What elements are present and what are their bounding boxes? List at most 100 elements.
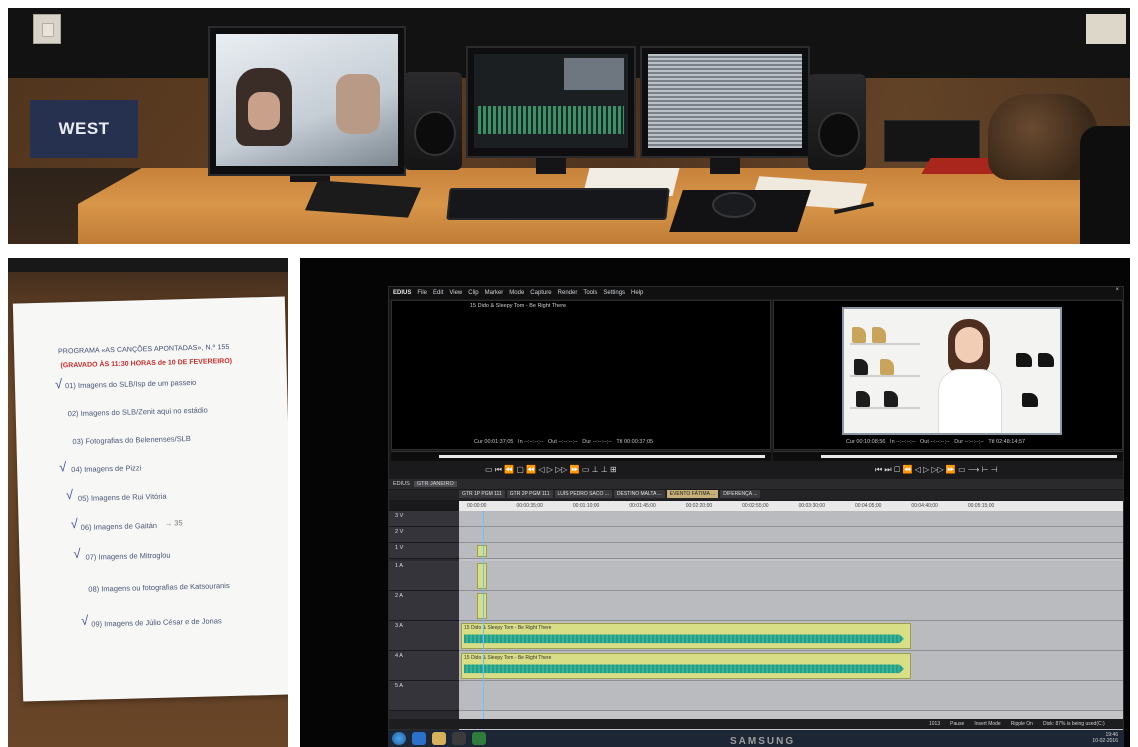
recorder-scrub-track[interactable] xyxy=(821,455,1117,458)
person-in-hood xyxy=(236,68,292,146)
audio-clip[interactable] xyxy=(477,593,487,619)
edius-taskbar-icon[interactable] xyxy=(472,732,486,745)
menu-settings[interactable]: Settings xyxy=(603,290,625,296)
audio-waveform xyxy=(464,634,904,644)
recorder-preview xyxy=(842,307,1062,435)
menu-marker[interactable]: Marker xyxy=(485,290,504,296)
video-clip[interactable] xyxy=(477,545,487,557)
check-mark-01: √ xyxy=(54,376,63,392)
ruler-mark: 00:01:10;00 xyxy=(572,503,600,509)
audio-clip[interactable]: 15 Dido & Sleepy Tom - Be Right There xyxy=(461,653,911,679)
shoe-shelf xyxy=(850,407,920,409)
rundown-subtitle: (GRAVADO ÀS 11:30 HORAS de 10 DE FEVEREI… xyxy=(60,357,233,370)
track-row-2v[interactable] xyxy=(459,527,1123,543)
track-header-2a[interactable]: 2 A xyxy=(389,591,459,621)
sequence-tab-active[interactable]: EVENTO FÁTIMA ... xyxy=(666,490,719,498)
shoe-shelf xyxy=(850,375,920,377)
timeline-ruler[interactable]: 00:00:00 00:00:35;00 00:01:10;00 00:01:4… xyxy=(459,501,1123,511)
monitor-right xyxy=(640,46,810,158)
track-row-3a[interactable]: 15 Dido & Sleepy Tom - Be Right There xyxy=(459,621,1123,651)
ruler-mark: 00:02:20;00 xyxy=(685,503,713,509)
audio-clip-label: 15 Dido & Sleepy Tom - Be Right There xyxy=(464,655,552,661)
browser-icon[interactable] xyxy=(412,732,426,745)
timeline-tracks[interactable]: 15 Dido & Sleepy Tom - Be Right There 15… xyxy=(459,511,1123,731)
white-dress xyxy=(938,369,1002,433)
wall-note xyxy=(1086,14,1126,44)
sequence-tab[interactable]: LUÍS PEDRO SACO ... xyxy=(554,490,612,498)
track-row-1a[interactable] xyxy=(459,561,1123,591)
timeline-waveform xyxy=(478,106,624,134)
rundown-item: 09) Imagens de Júlio César e de Jonas xyxy=(91,616,222,629)
track-row-3v[interactable] xyxy=(459,511,1123,527)
track-header-5a[interactable]: 5 A xyxy=(389,681,459,711)
shoe xyxy=(854,359,868,375)
menu-render[interactable]: Render xyxy=(558,290,578,296)
shoe xyxy=(1022,393,1038,407)
track-header-1v[interactable]: 1 V xyxy=(389,543,459,559)
light-switch xyxy=(33,14,61,44)
studio-speaker-left xyxy=(404,72,462,170)
audio-clip[interactable]: 15 Dido & Sleepy Tom - Be Right There xyxy=(461,623,911,649)
ruler-mark: 00:03:30;00 xyxy=(798,503,825,509)
preview-thumbnail xyxy=(564,58,624,90)
folder-icon[interactable] xyxy=(432,732,446,745)
start-icon[interactable] xyxy=(392,732,406,745)
monitor-stand-center xyxy=(536,158,566,174)
rundown-item: 05) Imagens de Rui Vitória xyxy=(77,491,167,503)
player-transport-controls[interactable]: ▭ ⏮ ⏪ ▢ ⏪ ◁ ▷ ▷▷ ⏩ ▭ ⊥ ⊥ ⊞ xyxy=(485,463,617,477)
menu-view[interactable]: View xyxy=(449,290,462,296)
project-name[interactable]: GTR JANEIRO xyxy=(413,481,457,487)
system-clock[interactable]: 19:46 10-02-2016 xyxy=(1092,732,1118,744)
player-scrub-bar[interactable] xyxy=(391,451,771,461)
sequence-tabs: GTR 1P PGM 111 GTR 2P PGM 111 LUÍS PEDRO… xyxy=(459,490,761,498)
audio-clip[interactable] xyxy=(477,563,487,589)
ruler-mark: 00:04:05;00 xyxy=(855,503,882,509)
menu-help[interactable]: Help xyxy=(631,290,643,296)
edius-window: EDIUS File Edit View Clip Marker Mode Ca… xyxy=(388,286,1124,731)
sequence-tab[interactable]: DESTINO MALTA ... xyxy=(613,490,665,498)
menu-tools[interactable]: Tools xyxy=(583,290,597,296)
audio-waveform xyxy=(464,664,904,674)
timeline-playhead[interactable] xyxy=(483,511,484,731)
track-row-5a[interactable] xyxy=(459,681,1123,711)
rundown-sheet: PROGRAMA «AS CANÇÕES APONTADAS», N.º 155… xyxy=(12,296,288,702)
rundown-item: 08) Imagens ou fotografias de Katsourani… xyxy=(88,581,230,594)
track-row-1v[interactable] xyxy=(459,543,1123,559)
chair xyxy=(1080,126,1130,244)
track-row-2a[interactable] xyxy=(459,591,1123,621)
sequence-tab[interactable]: DIFERENÇA ... xyxy=(720,490,761,498)
menu-clip[interactable]: Clip xyxy=(468,290,478,296)
track-header-3v[interactable]: 3 V xyxy=(389,511,459,527)
track-row-4a[interactable]: 15 Dido & Sleepy Tom - Be Right There xyxy=(459,651,1123,681)
clock-date: 10-02-2016 xyxy=(1092,738,1118,744)
ruler-mark: 00:00:35;00 xyxy=(516,503,543,509)
shoe xyxy=(880,359,894,375)
menu-capture[interactable]: Capture xyxy=(530,290,551,296)
menu-mode[interactable]: Mode xyxy=(509,290,524,296)
sequence-tab[interactable]: GTR 2P PGM 111 xyxy=(506,490,553,498)
track-header-3a[interactable]: 3 A xyxy=(389,621,459,651)
recorder-transport-controls[interactable]: ⏮ ⏭ ▢ ⏪ ◁ ▷ ▷▷ ⏩ ▭ ⟶ ⊢ ⊣ xyxy=(875,463,998,477)
check-mark-06: √ xyxy=(70,516,78,532)
status-play-state: Pause xyxy=(950,721,965,727)
status-ripple[interactable]: Ripple On xyxy=(1011,721,1033,727)
desk-edge xyxy=(8,258,288,272)
handwritten-annotation: → 35 xyxy=(164,518,183,528)
player-scrub-track[interactable] xyxy=(439,455,765,458)
player-clip-name: 15 Dido & Sleepy Tom - Be Right There xyxy=(470,303,567,309)
status-insert-mode[interactable]: Insert Mode xyxy=(974,721,1000,727)
media-player-icon[interactable] xyxy=(452,732,466,745)
recorder-window: Cur 00:10:08;56 In --:--:--;-- Out --:--… xyxy=(773,300,1123,450)
player-cur-tc: Cur 00:01:37;05 xyxy=(474,439,514,445)
track-header-2v[interactable]: 2 V xyxy=(389,527,459,543)
shoe xyxy=(884,391,898,407)
menu-edit[interactable]: Edit xyxy=(433,290,443,296)
recorder-scrub-bar[interactable] xyxy=(773,451,1123,461)
ruler-mark: 00:01:45;00 xyxy=(629,503,656,509)
close-icon[interactable]: × xyxy=(1115,287,1119,293)
track-header-1a[interactable]: 1 A xyxy=(389,561,459,591)
rundown-item: 03) Fotografias do Belenenses/SLB xyxy=(72,434,191,447)
menu-file[interactable]: File xyxy=(417,290,427,296)
track-header-4a[interactable]: 4 A xyxy=(389,651,459,681)
sequence-tab[interactable]: GTR 1P PGM 111 xyxy=(459,490,505,498)
